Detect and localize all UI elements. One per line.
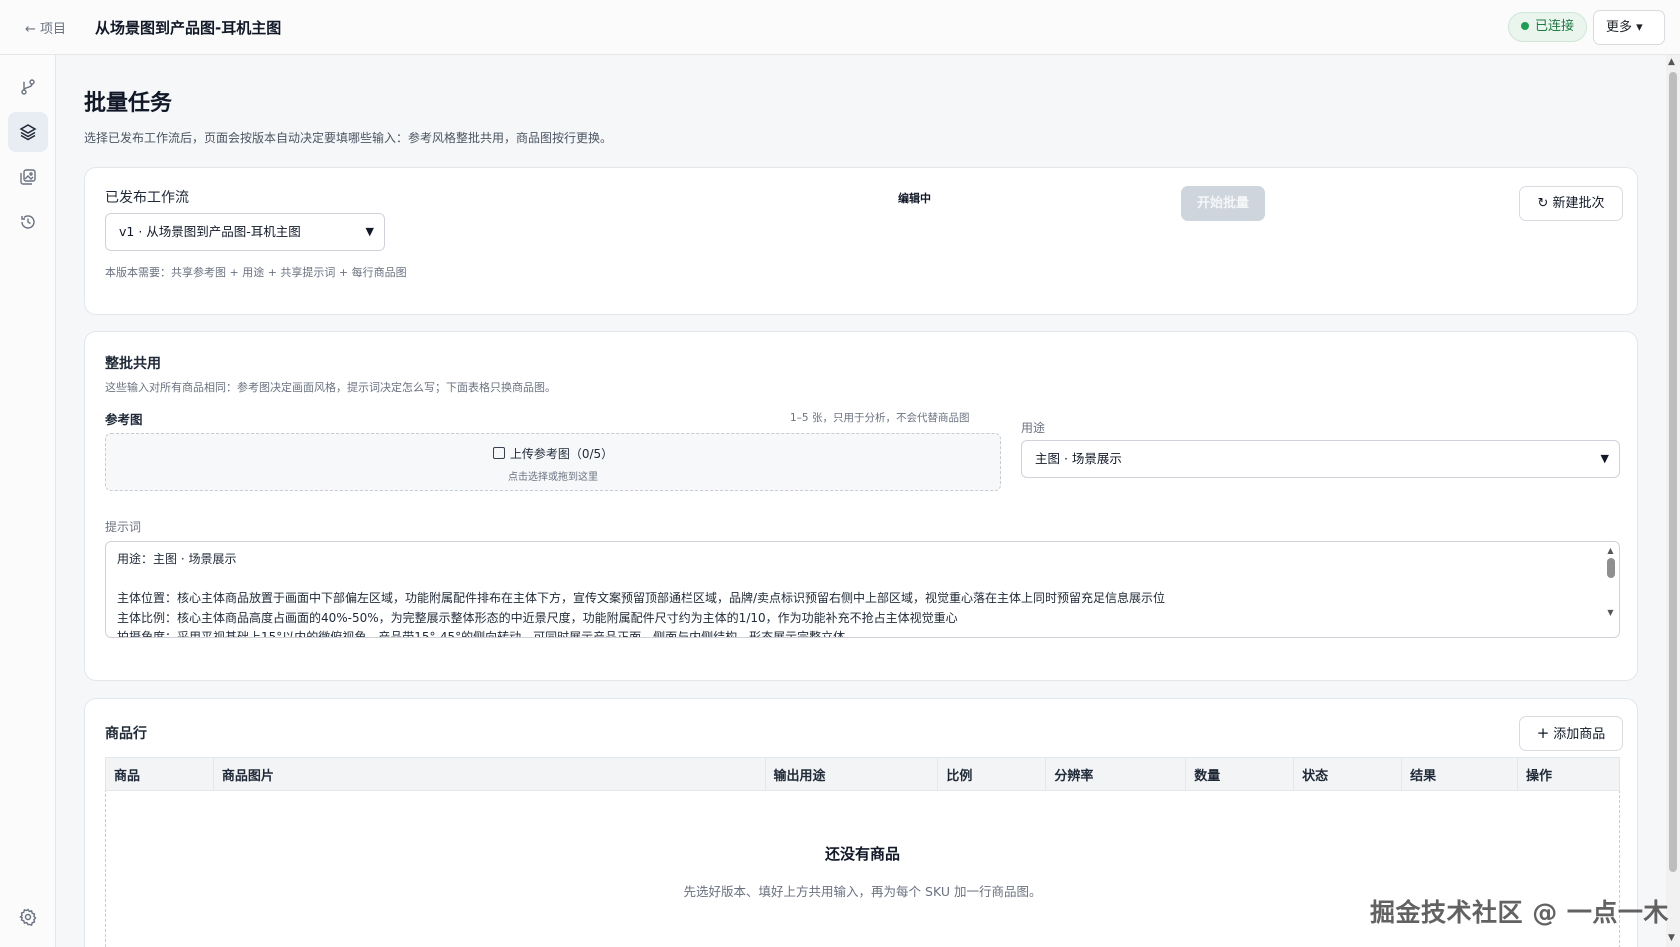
new-batch-label: 新建批次	[1552, 196, 1605, 211]
prompt-label: 提示词	[105, 520, 142, 534]
back-to-projects-link[interactable]: ← 项目	[25, 18, 66, 37]
prompt-line: 用途：主图 · 场景展示	[117, 552, 237, 566]
column-header: 商品	[105, 757, 214, 791]
usage-selected-value: 主图 · 场景展示	[1035, 451, 1122, 466]
add-product-label: 添加商品	[1553, 727, 1606, 742]
connection-status-label: 已连接	[1535, 19, 1575, 34]
edit-state-label: 编辑中	[898, 192, 931, 205]
branch-icon	[21, 79, 35, 95]
prompt-line	[117, 570, 1589, 590]
workflow-select[interactable]: v1 · 从场景图到产品图-耳机主图 ▼	[105, 213, 385, 251]
upload-reference-label: 上传参考图（0/5）	[509, 447, 614, 461]
reference-upload-dropzone[interactable]: 上传参考图（0/5） 点击选择或拖到这里	[105, 433, 1001, 491]
gallery-icon	[20, 169, 36, 185]
column-header: 操作	[1516, 757, 1621, 791]
shared-inputs-description: 这些输入对所有商品相同：参考图决定画面风格，提示词决定怎么写；下面表格只换商品图…	[105, 381, 556, 394]
page-scrollbar[interactable]: ▲ ▼	[1666, 55, 1680, 947]
upload-hint: 点击选择或拖到这里	[508, 472, 598, 483]
workflow-label: 已发布工作流	[105, 190, 189, 206]
plus-icon: +	[1536, 724, 1550, 742]
top-bar: ← 项目 从场景图到产品图-耳机主图 已连接 更多 ▾	[0, 0, 1680, 55]
column-header: 数量	[1185, 757, 1295, 791]
watermark: 掘金技术社区 @ 一点一木	[1370, 898, 1669, 927]
gear-icon	[19, 908, 37, 926]
page-title: 批量任务	[84, 91, 173, 116]
sidebar-item-settings[interactable]	[8, 897, 48, 937]
chevron-down-icon: ▼	[1600, 452, 1609, 465]
column-header: 状态	[1293, 757, 1403, 791]
main-content: 批量任务 选择已发布工作流后，页面会按版本自动决定要填哪些输入：参考风格整批共用…	[56, 55, 1666, 947]
shared-inputs-title: 整批共用	[105, 356, 161, 372]
empty-state-title: 还没有商品	[824, 845, 900, 863]
prompt-textarea[interactable]: 用途：主图 · 场景展示 主体位置：核心主体商品放置于画面中下部偏左区域，功能附…	[105, 541, 1620, 638]
column-header: 商品图片	[212, 757, 766, 791]
workflow-requirement: 本版本需要：共享参考图 + 用途 + 共享提示词 + 每行商品图	[105, 266, 407, 279]
column-header: 比例	[937, 757, 1047, 791]
products-title: 商品行	[105, 726, 147, 742]
prompt-line: 拍摄角度：采用平视基础上15°以内的微俯视角，产品带15°-45°的侧向转动，可…	[117, 630, 846, 638]
reference-label: 参考图	[105, 412, 143, 427]
refresh-icon: ↻	[1537, 196, 1549, 211]
products-table: 商品 商品图片 输出用途 比例 分辨率 数量 状态 结果 操作	[105, 757, 1621, 791]
sidebar-item-workflow[interactable]	[8, 67, 48, 107]
page-description: 选择已发布工作流后，页面会按版本自动决定要填哪些输入：参考风格整批共用，商品图按…	[84, 131, 613, 145]
scroll-down-icon[interactable]: ▼	[1668, 933, 1675, 943]
sidebar-item-batch[interactable]	[8, 112, 48, 152]
workflow-selected-value: v1 · 从场景图到产品图-耳机主图	[119, 224, 301, 239]
column-header: 输出用途	[764, 757, 939, 791]
column-header: 结果	[1401, 757, 1518, 791]
sidebar	[0, 55, 56, 947]
status-dot-icon	[1521, 22, 1529, 30]
shared-inputs-card: 整批共用 这些输入对所有商品相同：参考图决定画面风格，提示词决定怎么写；下面表格…	[84, 331, 1638, 681]
table-header-row: 商品 商品图片 输出用途 比例 分辨率 数量 状态 结果 操作	[105, 757, 1621, 791]
start-batch-button[interactable]: 开始批量	[1181, 186, 1265, 221]
history-icon	[21, 215, 35, 229]
sidebar-item-gallery[interactable]	[8, 157, 48, 197]
more-menu-button[interactable]: 更多 ▾	[1593, 10, 1665, 45]
textarea-scrollbar[interactable]: ▲ ▼	[1606, 546, 1615, 626]
column-header: 分辨率	[1045, 757, 1187, 791]
sidebar-item-history[interactable]	[8, 202, 48, 242]
add-product-button[interactable]: + 添加商品	[1519, 716, 1623, 751]
reference-hint: 1–5 张，只用于分析，不会代替商品图	[790, 412, 970, 424]
prompt-line: 主体比例：核心主体商品高度占画面的40%-50%，为完整展示整体形态的中近景尺度…	[117, 610, 958, 625]
scroll-up-icon[interactable]: ▲	[1668, 57, 1675, 67]
workflow-card: 已发布工作流 v1 · 从场景图到产品图-耳机主图 ▼ 编辑中 开始批量 ↻ 新建…	[84, 167, 1638, 315]
connection-status-badge: 已连接	[1508, 12, 1588, 42]
new-batch-button[interactable]: ↻ 新建批次	[1519, 186, 1623, 221]
layers-icon	[19, 124, 37, 141]
prompt-line: 主体位置：核心主体商品放置于画面中下部偏左区域，功能附属配件排布在主体下方，宣传…	[117, 591, 1166, 605]
project-title: 从场景图到产品图-耳机主图	[95, 19, 282, 37]
upload-image-icon	[492, 447, 505, 459]
chevron-down-icon: ▼	[365, 225, 374, 238]
usage-label: 用途	[1021, 421, 1046, 435]
scroll-thumb[interactable]	[1669, 72, 1677, 872]
usage-select[interactable]: 主图 · 场景展示 ▼	[1021, 440, 1620, 478]
